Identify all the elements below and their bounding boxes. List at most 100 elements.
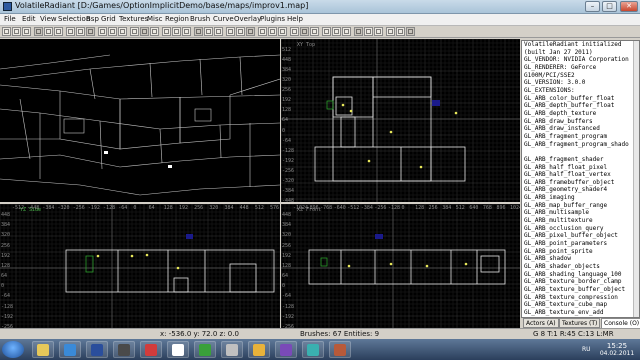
console-line: GL_ARB_depth_texture (524, 109, 597, 117)
csg-hollow-icon[interactable] (150, 27, 159, 36)
tab-actors[interactable]: Actors (A) (523, 318, 559, 328)
csg-merge-icon[interactable] (140, 27, 149, 36)
ruler-label-y: 384 (1, 222, 11, 229)
console-line: GL_ARB_multitexture (524, 217, 593, 225)
vertex-icon[interactable] (332, 27, 341, 36)
ruler-label-x: 1024 (510, 205, 520, 211)
grid-icon[interactable] (386, 27, 395, 36)
patch-icon[interactable] (226, 27, 235, 36)
rotate-y-icon[interactable] (76, 27, 85, 36)
texture-lock-icon[interactable] (300, 27, 309, 36)
taskbar-app-icon[interactable] (140, 341, 162, 358)
xz-front-viewport[interactable]: XZ Front 448 384 320 256 192 128 64 0 -64 -128 -19… (281, 204, 520, 328)
minimize-button[interactable]: – (585, 1, 600, 12)
status-bar: x: -536.0 y: 72.0 z: 0.0 Brushes: 67 Ent… (0, 328, 640, 339)
drag-icon[interactable] (322, 27, 331, 36)
select-inside-icon[interactable] (118, 27, 127, 36)
console-line: GL_ARB_multisample (524, 209, 590, 217)
ruler-label-x: 64 (148, 205, 155, 211)
taskbar-photoshop-icon[interactable] (86, 341, 108, 358)
menu-misc[interactable]: Misc (147, 15, 162, 23)
taskbar-explorer-icon[interactable] (32, 341, 54, 358)
menu-help[interactable]: Help (287, 15, 303, 23)
maximize-button[interactable]: □ (602, 1, 617, 12)
console-line: (built Jan 27 2011) (524, 48, 593, 56)
ruler-label-x: 0 (401, 205, 405, 211)
menu-plugins[interactable]: Plugins (260, 15, 285, 23)
menu-file[interactable]: File (4, 15, 16, 23)
start-button[interactable] (2, 341, 24, 358)
rotate-x-icon[interactable] (66, 27, 75, 36)
ruler-label-x: -192 (87, 205, 100, 211)
scale-icon[interactable] (214, 27, 223, 36)
texture-view-icon[interactable] (182, 27, 191, 36)
ruler-label-y: 256 (1, 242, 11, 249)
ruler-label-x: 448 (239, 205, 249, 211)
taskbar-radiant-icon[interactable] (113, 341, 135, 358)
menu-curve[interactable]: Curve (213, 15, 234, 23)
ruler-label-y: 384 (282, 67, 292, 74)
console-scrollbar[interactable] (633, 41, 639, 317)
cube-icon[interactable] (204, 27, 213, 36)
camera-viewport[interactable] (0, 39, 280, 202)
cap-icon[interactable] (246, 27, 255, 36)
menu-view[interactable]: View (40, 15, 57, 23)
status-grid: G 8 T:1 R:45 C:13 L:MR (533, 330, 614, 338)
console-line: GL_ARB_occlusion_query (524, 224, 604, 232)
taskbar-folder-icon[interactable] (248, 341, 270, 358)
menu-bsp[interactable]: Bsp (86, 15, 99, 23)
console-line: GL_ARB_framebuffer_object (524, 178, 615, 186)
taskbar-tool-icon[interactable] (275, 341, 297, 358)
open-icon[interactable] (12, 27, 21, 36)
console-panel[interactable]: VolatileRadiant initialized (built Jan 27… (521, 40, 640, 318)
select-complete-icon[interactable] (98, 27, 107, 36)
select-touching-icon[interactable] (108, 27, 117, 36)
xy-top-viewport[interactable]: XY Top 512 448 384 320 256 192 128 64 0 -64 -128 -1… (281, 39, 520, 202)
snap-icon[interactable] (396, 27, 405, 36)
taskbar-media-icon[interactable] (59, 341, 81, 358)
region-icon[interactable] (374, 27, 383, 36)
brush-icon[interactable] (258, 27, 267, 36)
language-indicator[interactable]: RU (582, 346, 591, 353)
yz-side-viewport[interactable]: YZ Side 448 384 320 256 192 128 64 0 -64 -128 -192… (0, 204, 280, 328)
taskbar-app3-icon[interactable] (329, 341, 351, 358)
menu-brush[interactable]: Brush (190, 15, 210, 23)
tab-textures[interactable]: Textures (T) (559, 318, 601, 328)
flip-y-icon[interactable] (44, 27, 53, 36)
change-view-icon[interactable] (172, 27, 181, 36)
menu-region[interactable]: Region (165, 15, 189, 23)
taskbar-chrome-icon[interactable] (167, 341, 189, 358)
menu-grid[interactable]: Grid (101, 15, 116, 23)
filter-icon[interactable] (364, 27, 373, 36)
edge-icon[interactable] (342, 27, 351, 36)
taskbar-notepad-icon[interactable] (194, 341, 216, 358)
taskbar-game-icon[interactable] (221, 341, 243, 358)
clock-time[interactable]: 15:25 (596, 342, 638, 350)
menu-edit[interactable]: Edit (22, 15, 36, 23)
face-icon[interactable] (354, 27, 363, 36)
csg-subtract-icon[interactable] (130, 27, 139, 36)
bend-icon[interactable] (236, 27, 245, 36)
ruler-label-y: 0 (282, 127, 286, 134)
system-tray: RU 15:25 04.02.2011 (582, 341, 638, 358)
close-button[interactable]: ✕ (620, 1, 638, 12)
entity-icon[interactable] (268, 27, 277, 36)
help-icon[interactable] (406, 27, 415, 36)
flip-z-icon[interactable] (54, 27, 63, 36)
panel-tabs: Actors (A) Textures (T) Console (O) (521, 318, 640, 328)
clipper-icon[interactable] (162, 27, 171, 36)
taskbar-app2-icon[interactable] (302, 341, 324, 358)
camera-icon[interactable] (194, 27, 203, 36)
console-line: GL_ARB_half_float_pixel (524, 163, 608, 171)
flip-x-icon[interactable] (34, 27, 43, 36)
clock-date[interactable]: 04.02.2011 (596, 350, 638, 357)
model-icon[interactable] (290, 27, 299, 36)
menu-overlay[interactable]: Overlay (234, 15, 261, 23)
rotate-z-icon[interactable] (86, 27, 95, 36)
light-icon[interactable] (278, 27, 287, 36)
menu-textures[interactable]: Textures (119, 15, 148, 23)
new-icon[interactable] (2, 27, 11, 36)
tab-console[interactable]: Console (O) (601, 318, 640, 328)
save-icon[interactable] (22, 27, 31, 36)
rotate-icon[interactable] (310, 27, 319, 36)
